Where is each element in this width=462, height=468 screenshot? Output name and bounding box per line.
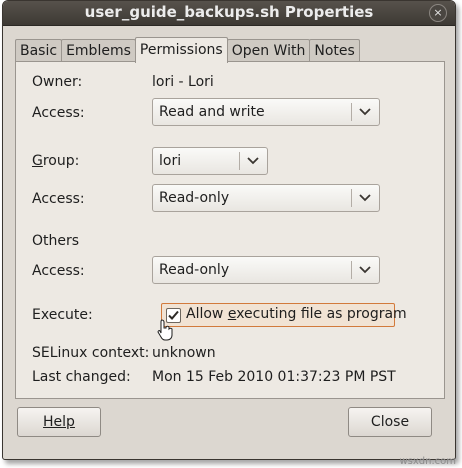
others-heading: Others	[32, 233, 80, 249]
tab-permissions[interactable]: Permissions	[134, 37, 228, 63]
watermark: wsxdn.com	[399, 456, 456, 467]
selinux-value: unknown	[152, 345, 216, 361]
last-changed-value: Mon 15 Feb 2010 01:37:23 PM PST	[152, 369, 396, 385]
help-button[interactable]: Help	[17, 407, 101, 437]
execute-checkbox-label: Allow executing file as program	[186, 306, 407, 322]
owner-label: Owner:	[32, 74, 83, 90]
owner-access-dropdown[interactable]: Read and write	[152, 98, 380, 126]
close-button[interactable]: Close	[348, 407, 432, 437]
tab-notes[interactable]: Notes	[309, 39, 360, 62]
group-value: lori	[159, 153, 182, 169]
permissions-panel: Owner: lori - Lori Access: Read and writ…	[15, 61, 445, 399]
chevron-down-icon	[247, 157, 259, 165]
window-close-icon[interactable]: ×	[429, 4, 447, 22]
chevron-down-icon	[359, 108, 371, 116]
help-button-label: Help	[43, 414, 75, 430]
properties-dialog: user_guide_backups.sh Properties × Basic…	[2, 0, 456, 460]
window-title: user_guide_backups.sh Properties	[84, 3, 374, 21]
owner-access-value: Read and write	[159, 104, 265, 120]
group-access-dropdown[interactable]: Read-only	[152, 184, 380, 212]
execute-label: Execute:	[32, 307, 93, 323]
last-changed-label: Last changed:	[32, 369, 131, 385]
dropdown-separator	[351, 261, 352, 279]
chevron-down-icon	[359, 266, 371, 274]
tab-bar: Basic Emblems Permissions Open With Note…	[15, 37, 360, 63]
tab-basic[interactable]: Basic	[15, 39, 63, 62]
execute-checkbox-row[interactable]: Allow executing file as program	[161, 303, 407, 327]
chevron-down-icon	[359, 194, 371, 202]
close-button-label: Close	[370, 414, 410, 430]
selinux-label: SELinux context:	[32, 345, 150, 361]
title-bar[interactable]: user_guide_backups.sh Properties ×	[3, 1, 455, 26]
dropdown-separator	[351, 103, 352, 121]
others-access-value: Read-only	[159, 262, 230, 278]
others-access-dropdown[interactable]: Read-only	[152, 256, 380, 284]
owner-access-label: Access:	[32, 105, 85, 121]
others-access-label: Access:	[32, 263, 85, 279]
group-access-value: Read-only	[159, 190, 230, 206]
dropdown-separator	[239, 152, 240, 170]
group-access-label: Access:	[32, 191, 85, 207]
mouse-pointer-hand-icon	[157, 319, 173, 341]
tab-emblems[interactable]: Emblems	[61, 39, 136, 62]
dropdown-separator	[351, 189, 352, 207]
group-label: Group:	[32, 153, 80, 169]
group-dropdown[interactable]: lori	[152, 147, 268, 175]
owner-value: lori - Lori	[152, 74, 214, 90]
tab-open-with[interactable]: Open With	[226, 39, 311, 62]
